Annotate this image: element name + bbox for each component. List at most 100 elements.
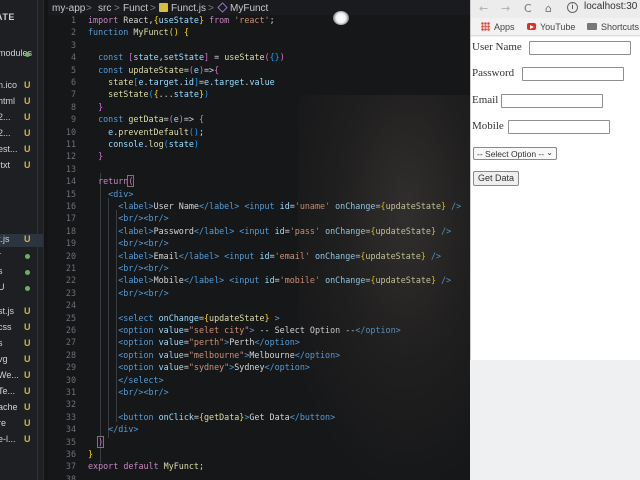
git-status-badge: U [24, 322, 31, 332]
git-status-badge: U [24, 386, 31, 396]
file-tree-item-label: st.js [0, 306, 15, 316]
code-line: <option value="perth">Perth</option> [118, 337, 300, 348]
file-tree-item-label: r [0, 250, 1, 260]
code-line: const getData=(e)=> { [98, 114, 205, 125]
email-input[interactable] [501, 94, 603, 108]
breadcrumb-item-src[interactable]: src [98, 3, 111, 14]
git-status-badge: U [24, 80, 31, 90]
sidebar-divider [37, 0, 38, 480]
line-number: 1 [70, 15, 76, 25]
git-status-badge: U [24, 418, 31, 428]
line-number: 22 [65, 275, 76, 286]
url-text: localhost:30 [584, 1, 638, 12]
code-line: <label>Password</label> <input id='pass'… [118, 225, 452, 236]
code-line: <option value="melbourne">Melbourne</opt… [118, 349, 341, 360]
git-status-badge: U [24, 434, 31, 444]
component-icon [217, 2, 228, 14]
git-status-badge: U [24, 306, 31, 316]
password-label: Password [472, 67, 515, 79]
bookmarks-bar: Apps YouTube Shortcuts [471, 19, 640, 36]
modified-dot-icon [25, 270, 30, 275]
breadcrumb-item-project[interactable]: my-app [52, 3, 85, 14]
code-line: <br/><br/> [118, 238, 169, 249]
line-number: 4 [70, 52, 76, 63]
code-line: } [98, 151, 104, 162]
code-line: <div> [108, 188, 134, 199]
mobile-label: Mobile [472, 120, 504, 132]
username-input[interactable] [529, 41, 631, 55]
line-number: 26 [65, 325, 76, 335]
forward-arrow-icon[interactable]: → [501, 2, 510, 15]
code-line: <br/><br/> [118, 387, 169, 397]
line-number: 38 [65, 473, 76, 480]
code-line: const [state,setState] = useState({}) [98, 52, 285, 63]
line-number: 37 [65, 461, 76, 472]
file-tree-item-label: Te... [0, 386, 16, 396]
code-line: <button onClick={getData}>Get Data</butt… [118, 411, 336, 422]
password-input[interactable] [522, 67, 624, 81]
code-line: <br/><br/> [118, 263, 169, 273]
mobile-input[interactable] [508, 120, 610, 134]
info-icon[interactable]: i [567, 2, 578, 13]
line-number: 34 [65, 424, 76, 435]
chevron-right-icon: > [114, 3, 120, 14]
breadcrumb-item-folder[interactable]: Funct [123, 3, 148, 14]
city-select[interactable]: -- Select Option -- ⌄ [473, 147, 557, 160]
file-tree-item-label: ache [0, 402, 18, 412]
code-line: state[e.target.id]=e.target.value [108, 77, 275, 87]
line-number: 17 [65, 213, 76, 224]
code-line: <br/><br/> [118, 287, 169, 298]
line-number: 14 [65, 176, 76, 187]
line-number: 32 [65, 399, 76, 410]
home-icon[interactable]: ⌂ [545, 2, 552, 15]
reload-icon[interactable]: C [524, 2, 532, 15]
line-number: 10 [65, 126, 76, 137]
code-line: e.preventDefault(); [108, 126, 204, 137]
code-line: } [88, 449, 94, 459]
code-line: <select onChange={updateState} > [118, 312, 280, 323]
breadcrumb: my-app > src > Funct > Funct.js > MyFunc… [48, 0, 478, 16]
file-tree-item-label: css [0, 322, 12, 332]
code-line: setState({...state}) [108, 89, 210, 100]
file-tree-item-label: html [0, 96, 16, 106]
file-tree-item-label: 2... [0, 112, 11, 122]
bookmark-shortcuts[interactable]: Shortcuts [587, 22, 639, 32]
code-line: return( [98, 175, 135, 188]
get-data-button[interactable]: Get Data [473, 171, 519, 186]
rendered-form-page: User Name Password Email Mobile -- Selec… [471, 37, 640, 360]
file-tree-item-label: t.js [0, 234, 10, 244]
line-number: 18 [65, 225, 76, 236]
line-number: 27 [65, 337, 76, 348]
explorer-sidebar: ATE modulesn.icoUhtmlU2...U2...Uest...U.… [0, 0, 44, 480]
code-line: console.log(state) [108, 139, 199, 149]
chevron-right-icon: > [150, 3, 156, 14]
code-line: <label>Email</label> <input id='email' o… [118, 250, 442, 261]
back-arrow-icon[interactable]: ← [479, 2, 488, 15]
file-tree-item-label: n.ico [0, 80, 18, 90]
breadcrumb-item-file[interactable]: Funct.js [171, 3, 206, 14]
line-number: 9 [70, 114, 76, 125]
file-tree-item-label: We... [0, 370, 19, 380]
modified-dot-icon [25, 286, 30, 291]
line-number: 13 [65, 163, 76, 174]
code-line: import React,{useState} from 'react'; [88, 15, 275, 25]
address-bar[interactable]: i localhost:30 [567, 1, 640, 15]
chevron-down-icon: ⌄ [546, 148, 553, 157]
bookmark-apps[interactable]: Apps [481, 22, 515, 32]
file-tree-item-label: .txt [0, 160, 11, 170]
line-number: 36 [65, 449, 76, 459]
folder-icon [587, 23, 597, 30]
username-label: User Name [472, 41, 522, 53]
code-line: </select> [118, 374, 164, 385]
line-number: 2 [70, 27, 76, 38]
breadcrumb-item-symbol[interactable]: MyFunct [230, 3, 268, 14]
git-status-badge: U [24, 234, 31, 244]
email-label: Email [472, 94, 499, 106]
bookmark-youtube[interactable]: YouTube [527, 22, 575, 32]
code-line: function MyFunct() { [88, 27, 189, 38]
code-line: <option value="sydney">Sydney</option> [118, 362, 310, 373]
code-editor[interactable]: 1 2 3 4 5 6 7 8 9 10 11 12 13 14 15 16 17 18 19 20 21 22 23 24 2… [48, 15, 480, 480]
file-tree-item-label: U [0, 282, 5, 292]
line-number: 28 [65, 349, 76, 360]
explorer-header: ATE [0, 12, 15, 22]
